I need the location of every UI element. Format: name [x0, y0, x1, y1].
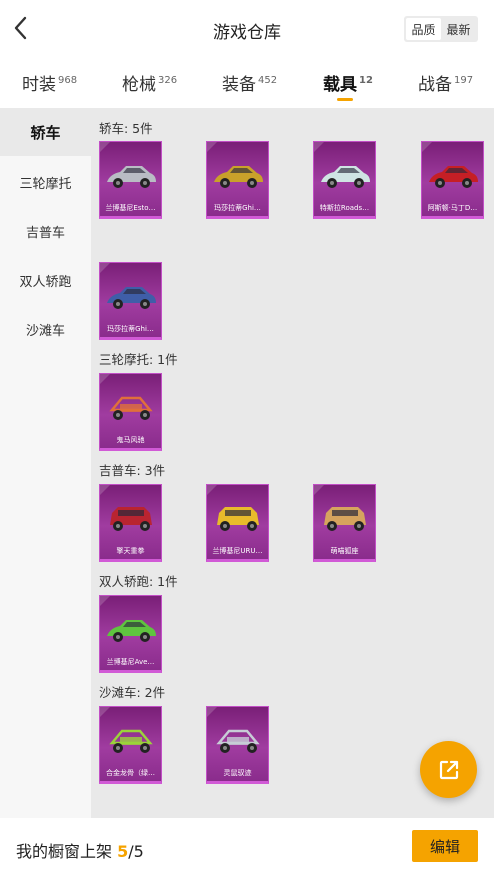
red-jeep-icon [110, 507, 152, 531]
vehicle-card[interactable]: 兰博基尼Ave… [99, 595, 162, 673]
vehicle-card[interactable]: 萌喵狐座 [313, 484, 376, 562]
tab-count: 968 [58, 75, 78, 86]
share-button[interactable] [420, 741, 477, 798]
vehicle-name: 特斯拉Roads… [319, 204, 370, 212]
tab-weapons[interactable]: 枪械 326 [122, 70, 177, 95]
vehicle-name: 鬼马风驰 [116, 436, 145, 444]
tab-count: 452 [258, 75, 278, 86]
category-tabs: 时装 968 枪械 326 装备 452 载具 12 战备 197 [0, 58, 494, 108]
vehicle-name: 灵鼠驭迹 [223, 769, 252, 777]
cat-beetle-car-icon [324, 507, 366, 531]
gold-sedan-icon [214, 166, 263, 188]
vehicle-card[interactable]: 兰博基尼Esto… [99, 141, 162, 219]
tab-count: 326 [158, 75, 178, 86]
tab-count: 12 [359, 75, 373, 86]
share-external-icon [439, 760, 458, 779]
tab-vehicles[interactable]: 载具 12 [323, 70, 373, 101]
vehicle-card[interactable]: 兰博基尼URU… [206, 484, 269, 562]
vehicle-name: 兰博基尼Esto… [105, 204, 156, 212]
silver-sports-car-icon [107, 166, 156, 188]
tab-count: 197 [454, 75, 474, 86]
vehicle-card[interactable]: 灵鼠驭迹 [206, 706, 269, 784]
blue-sedan-icon [107, 287, 156, 309]
group-title-buggy: 沙滩车: 2件 [99, 685, 166, 700]
vehicle-card[interactable]: 玛莎拉蒂Ghi… [206, 141, 269, 219]
tab-supplies[interactable]: 战备 197 [418, 70, 473, 95]
green-supercar-icon [107, 620, 156, 642]
sidebar-item-sedan[interactable]: 轿车 [0, 108, 91, 156]
vehicle-grid: 轿车: 5件 兰博基尼Esto… 玛莎拉蒂Ghi… 特斯拉Roads… 阿斯顿·… [91, 108, 494, 818]
sidebar-item-jeep[interactable]: 吉普车 [0, 207, 91, 255]
vehicle-name: 阿斯顿·马丁D… [427, 204, 478, 212]
vehicle-card[interactable]: 阿斯顿·马丁D… [421, 141, 484, 219]
vehicle-name: 萌喵狐座 [330, 547, 359, 555]
vehicle-card[interactable]: 玛莎拉蒂Ghi… [99, 262, 162, 340]
vehicle-name: 擎天重拳 [116, 547, 145, 555]
group-title-trike: 三轮摩托: 1件 [99, 352, 178, 367]
vehicle-card[interactable]: 擎天重拳 [99, 484, 162, 562]
vehicle-name: 玛莎拉蒂Ghi… [214, 204, 261, 212]
red-sports-car-icon [429, 166, 478, 188]
vehicle-name: 兰博基尼URU… [212, 547, 263, 555]
vehicle-card[interactable]: 特斯拉Roads… [313, 141, 376, 219]
group-title-sedan: 轿车: 5件 [99, 121, 153, 136]
sort-toggle: 品质 最新 [404, 16, 478, 42]
yellow-suv-icon [217, 507, 259, 531]
vehicle-card[interactable]: 合金龙骨（绿… [99, 706, 162, 784]
top-bar: 游戏仓库 品质 最新 [0, 0, 494, 58]
sort-quality-option[interactable]: 品质 [406, 18, 441, 40]
tab-equipment[interactable]: 装备 452 [222, 70, 277, 95]
silver-buggy-icon [216, 729, 260, 753]
showcase-status: 我的橱窗上架 5/5 [16, 842, 144, 861]
showcase-footer: 我的橱窗上架 5/5 编辑 [0, 818, 494, 875]
white-roadster-icon [321, 166, 370, 188]
vehicle-card[interactable]: 鬼马风驰 [99, 373, 162, 451]
tab-costume[interactable]: 时装 968 [22, 70, 77, 95]
green-buggy-icon [109, 729, 153, 753]
flame-trike-icon [109, 396, 153, 420]
vehicle-name: 玛莎拉蒂Ghi… [107, 325, 154, 333]
sidebar-item-trike[interactable]: 三轮摩托 [0, 158, 91, 206]
showcase-count: 5 [117, 842, 129, 861]
sidebar-item-buggy[interactable]: 沙滩车 [0, 305, 91, 353]
group-title-jeep: 吉普车: 3件 [99, 463, 166, 478]
sort-newest-option[interactable]: 最新 [441, 18, 476, 40]
edit-button[interactable]: 编辑 [412, 830, 478, 862]
vehicle-name: 兰博基尼Ave… [106, 658, 155, 666]
vehicle-type-sidebar: 轿车 三轮摩托 吉普车 双人轿跑 沙滩车 [0, 108, 91, 818]
active-tab-indicator [337, 98, 353, 101]
vehicle-name: 合金龙骨（绿… [106, 769, 155, 777]
sidebar-item-coupe[interactable]: 双人轿跑 [0, 256, 91, 304]
group-title-coupe: 双人轿跑: 1件 [99, 574, 178, 589]
